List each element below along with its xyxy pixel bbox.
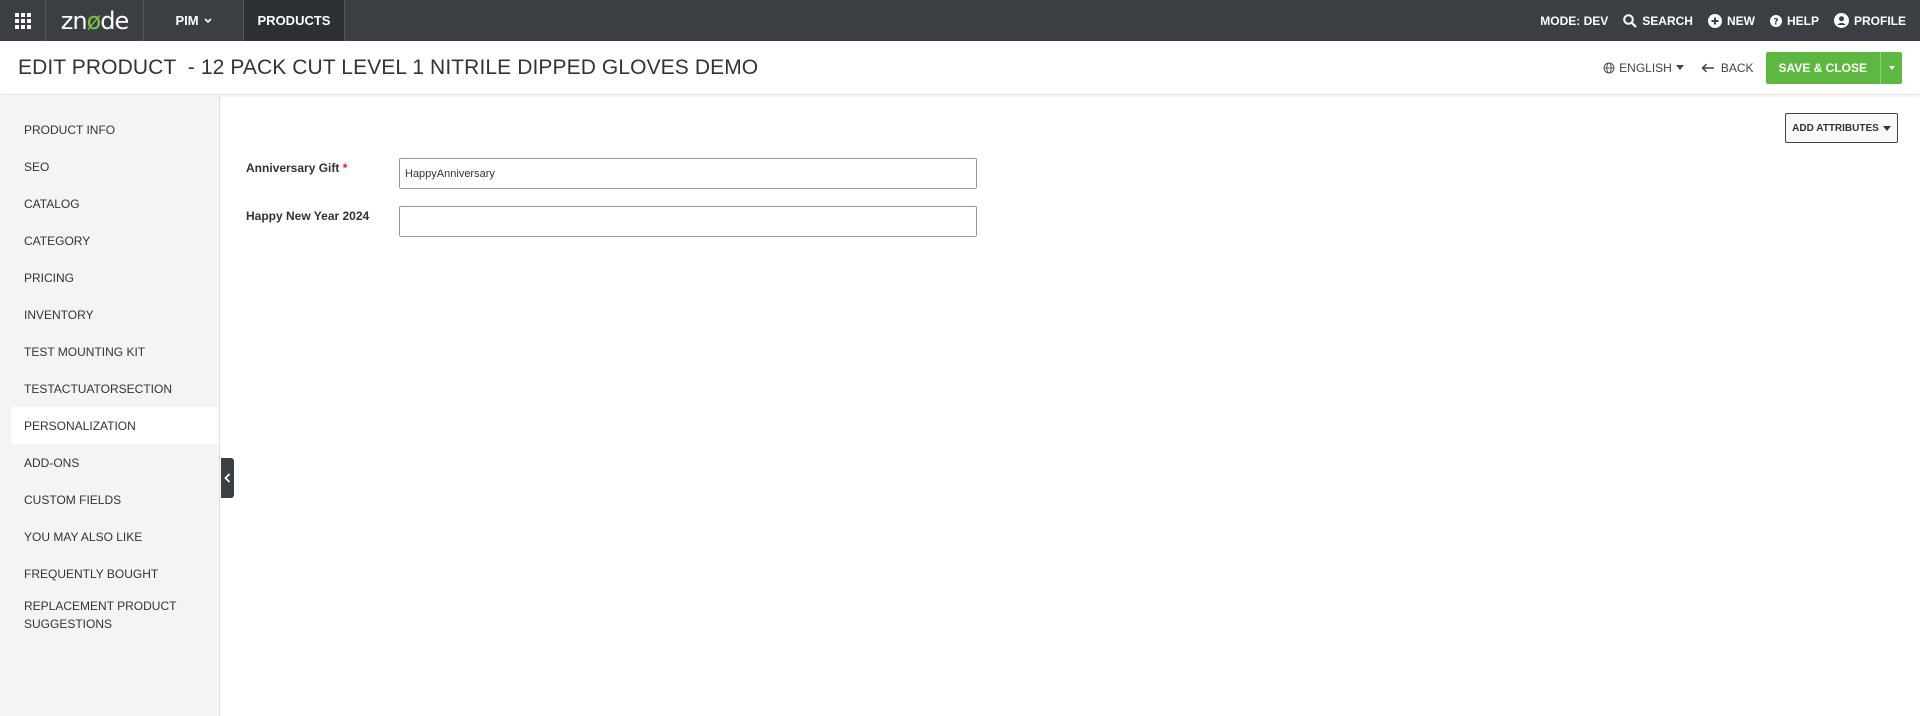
sidebar-item-personalization[interactable]: PERSONALIZATION	[11, 407, 219, 444]
caret-down-icon	[1882, 125, 1891, 131]
sidebar-item-test-mounting-kit[interactable]: TEST MOUNTING KIT	[11, 333, 219, 370]
sidebar-item-you-may-also-like[interactable]: YOU MAY ALSO LIKE	[11, 518, 219, 555]
back-button[interactable]: BACK	[1701, 61, 1754, 75]
globe-icon	[1603, 62, 1615, 73]
chevron-down-icon	[203, 17, 212, 23]
add-attributes-label: ADD ATTRIBUTES	[1792, 122, 1879, 134]
top-nav: zn ø de PIM PRODUCTS MODE: DEV SEARCH NEW …	[0, 0, 1920, 41]
sidebar-item-replacement-product-suggestions[interactable]: REPLACEMENT PRODUCT SUGGESTIONS	[11, 592, 219, 640]
sidebar-item-product-info[interactable]: PRODUCT INFO	[11, 111, 219, 148]
mode-label: MODE: DEV	[1540, 13, 1609, 28]
page-header: EDIT PRODUCT - 12 PACK CUT LEVEL 1 NITRI…	[0, 41, 1920, 95]
mode-indicator: MODE: DEV	[1540, 14, 1608, 28]
sidebar-item-inventory[interactable]: INVENTORY	[11, 296, 219, 333]
sidebar-item-category[interactable]: CATEGORY	[11, 222, 219, 259]
sidebar-item-custom-fields[interactable]: CUSTOM FIELDS	[11, 481, 219, 518]
add-attributes-button[interactable]: ADD ATTRIBUTES	[1785, 113, 1898, 143]
sidebar-item-catalog[interactable]: CATALOG	[11, 185, 219, 222]
anniversary-gift-input[interactable]	[399, 158, 977, 189]
happy-new-year-label: Happy New Year 2024	[246, 209, 370, 223]
sidebar-nav: PRODUCT INFO SEO CATALOG CATEGORY PRICING INV…	[0, 111, 219, 640]
help-button[interactable]: ? HELP	[1769, 13, 1819, 28]
help-icon: ?	[1769, 14, 1782, 27]
logo-text-suffix: de	[100, 6, 129, 35]
back-label: BACK	[1720, 60, 1754, 75]
required-marker: *	[342, 161, 348, 175]
sidebar: PRODUCT INFO SEO CATALOG CATEGORY PRICING INV…	[0, 96, 220, 716]
search-button[interactable]: SEARCH	[1623, 14, 1693, 28]
profile-button[interactable]: PROFILE	[1833, 13, 1906, 28]
search-icon	[1623, 13, 1638, 28]
sidebar-item-pricing[interactable]: PRICING	[11, 259, 219, 296]
profile-label: PROFILE	[1853, 13, 1906, 28]
znode-logo[interactable]: zn ø de	[46, 0, 144, 41]
sidebar-item-seo[interactable]: SEO	[11, 148, 219, 185]
caret-down-icon	[1888, 65, 1895, 70]
logo-text-prefix: zn	[60, 6, 88, 35]
nav-pim-label: PIM	[175, 13, 199, 28]
new-label: NEW	[1726, 13, 1755, 28]
nav-products-label: PRODUCTS	[257, 13, 331, 28]
sidebar-item-testactuatorsection[interactable]: TESTACTUATORSECTION	[11, 370, 219, 407]
anniversary-gift-label: Anniversary Gift *	[246, 161, 347, 175]
user-circle-icon	[1833, 13, 1849, 28]
sidebar-item-frequently-bought[interactable]: FREQUENTLY BOUGHT	[11, 555, 219, 592]
search-label: SEARCH	[1642, 13, 1693, 28]
arrow-left-icon	[1701, 63, 1714, 72]
collapse-sidebar-button[interactable]	[221, 458, 234, 498]
apps-menu-button[interactable]	[0, 0, 46, 41]
language-selector[interactable]: ENGLISH	[1603, 61, 1684, 75]
language-label: ENGLISH	[1619, 60, 1672, 75]
chevron-left-icon	[224, 473, 231, 483]
nav-products-tab[interactable]: PRODUCTS	[244, 0, 345, 41]
logo-leaf: ø	[86, 6, 102, 35]
nav-pim-menu[interactable]: PIM	[144, 0, 244, 41]
anniversary-gift-label-text: Anniversary Gift	[246, 161, 340, 175]
svg-text:?: ?	[1773, 17, 1778, 27]
sidebar-item-add-ons[interactable]: ADD-ONS	[11, 444, 219, 481]
save-close-button[interactable]: SAVE & CLOSE	[1765, 51, 1880, 84]
save-options-dropdown[interactable]	[1880, 51, 1902, 84]
help-label: HELP	[1786, 13, 1819, 28]
caret-down-icon	[1675, 65, 1684, 70]
plus-circle-icon	[1707, 13, 1722, 28]
page-title: EDIT PRODUCT - 12 PACK CUT LEVEL 1 NITRI…	[18, 55, 759, 79]
new-button[interactable]: NEW	[1707, 13, 1755, 28]
happy-new-year-input[interactable]	[399, 206, 977, 237]
apps-grid-icon	[14, 12, 31, 29]
